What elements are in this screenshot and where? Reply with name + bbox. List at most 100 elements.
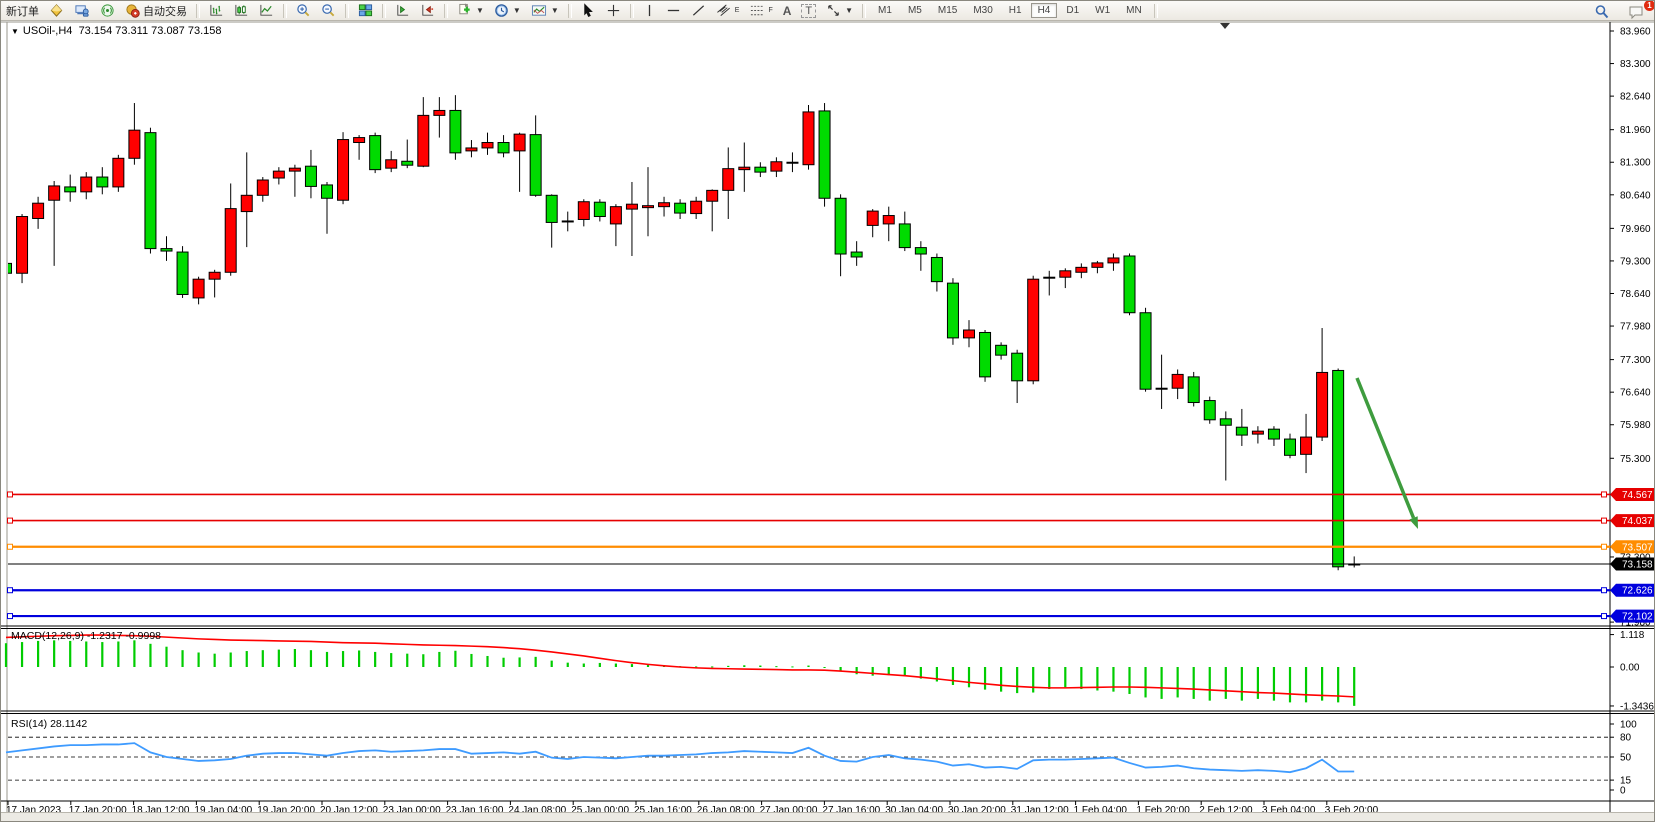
- autotrade-button[interactable]: 自动交易: [120, 1, 192, 20]
- cursor-tool-button[interactable]: [576, 1, 601, 20]
- candlestick-chart-type-button[interactable]: [229, 1, 254, 20]
- template-button[interactable]: ▼: [526, 1, 564, 20]
- timeframe-group: M1M5M15M30H1H4D1W1MN: [870, 3, 1150, 18]
- tile-windows-button[interactable]: [353, 1, 378, 20]
- macd-histogram-bar: [1048, 667, 1050, 689]
- chevron-down-icon: ▼: [551, 6, 559, 15]
- macd-histogram-bar: [422, 654, 424, 667]
- timeframe-w1-button[interactable]: W1: [1088, 3, 1117, 18]
- arrows-icon: [826, 3, 841, 18]
- timeframe-m15-button[interactable]: M15: [931, 3, 964, 18]
- chart-shift-button[interactable]: [415, 1, 440, 20]
- line-handle[interactable]: [8, 518, 13, 523]
- add-indicator-button[interactable]: ▼: [452, 1, 489, 20]
- channel-tool-button[interactable]: E: [711, 1, 745, 20]
- chart-canvas[interactable]: 83.96083.30082.64081.96081.30080.64079.9…: [1, 21, 1655, 822]
- timeframe-m30-button[interactable]: M30: [966, 3, 999, 18]
- horizontal-line-tool-button[interactable]: [661, 1, 686, 20]
- line-handle[interactable]: [1602, 588, 1607, 593]
- text-tool-button[interactable]: A: [778, 1, 797, 20]
- candle: [129, 130, 140, 158]
- line-price-label-text: 72.102: [1622, 612, 1653, 623]
- macd-histogram-bar: [5, 643, 7, 667]
- zoom-in-button[interactable]: [291, 1, 316, 20]
- macd-histogram-bar: [551, 661, 553, 667]
- notifications-button[interactable]: 1: [1623, 2, 1650, 21]
- macd-histogram-bar: [406, 654, 408, 667]
- candle: [546, 195, 557, 222]
- vertical-line-tool-button[interactable]: [638, 1, 661, 20]
- line-handle[interactable]: [8, 614, 13, 619]
- timeframe-m5-button[interactable]: M5: [901, 3, 929, 18]
- candles-layer: [1, 95, 1360, 570]
- bar-chart-type-button[interactable]: [204, 1, 229, 20]
- trendline-tool-button[interactable]: [686, 1, 711, 20]
- macd-histogram-bar: [1016, 667, 1018, 693]
- macd-histogram-bar: [1209, 667, 1211, 701]
- vertical-line-icon: [643, 3, 656, 18]
- terminal-button[interactable]: [69, 1, 95, 20]
- candle: [739, 167, 750, 169]
- macd-histogram-bar: [872, 667, 874, 676]
- macd-histogram-bar: [968, 667, 970, 687]
- arrows-tool-button[interactable]: ▼: [821, 1, 858, 20]
- bar-chart-icon: [209, 3, 224, 18]
- timeframe-mn-button[interactable]: MN: [1119, 3, 1149, 18]
- chart-area[interactable]: ▼USOil-,H4 73.154 73.311 73.087 73.158 8…: [1, 21, 1655, 822]
- line-handle[interactable]: [1602, 544, 1607, 549]
- line-chart-type-button[interactable]: [254, 1, 279, 20]
- candle: [915, 248, 926, 254]
- crosshair-tool-button[interactable]: [601, 1, 626, 20]
- line-handle[interactable]: [8, 544, 13, 549]
- price-tick-label: 82.640: [1620, 92, 1651, 103]
- candle: [1156, 388, 1167, 389]
- candle: [145, 133, 156, 249]
- tile-windows-icon: [358, 3, 373, 18]
- zoom-out-button[interactable]: [316, 1, 341, 20]
- candle: [482, 143, 493, 148]
- autotrade-label: 自动交易: [143, 3, 187, 19]
- trend-arrow-head[interactable]: [1409, 516, 1418, 529]
- toolbar-separator: [568, 4, 572, 18]
- rsi-line: [6, 743, 1354, 772]
- line-handle[interactable]: [1602, 614, 1607, 619]
- candle: [1236, 427, 1247, 435]
- line-handle[interactable]: [8, 588, 13, 593]
- chart-profile-button[interactable]: [44, 1, 69, 20]
- signal-button[interactable]: [95, 1, 120, 20]
- candle: [803, 112, 814, 165]
- period-button[interactable]: ▼: [489, 1, 526, 20]
- fibo-letter: F: [768, 7, 772, 14]
- macd-histogram-bar: [438, 652, 440, 667]
- clock-icon: [494, 3, 509, 18]
- macd-histogram-bar: [1112, 667, 1114, 692]
- candle: [289, 168, 300, 171]
- timeframe-h1-button[interactable]: H1: [1002, 3, 1029, 18]
- text-label-tool-button[interactable]: T: [796, 1, 821, 20]
- line-handle[interactable]: [1602, 492, 1607, 497]
- candle: [964, 330, 975, 338]
- timeframe-m1-button[interactable]: M1: [871, 3, 899, 18]
- new-order-button[interactable]: 新订单: [1, 1, 44, 20]
- search-button[interactable]: [1589, 2, 1615, 21]
- macd-histogram-bar: [310, 650, 312, 667]
- candle: [33, 203, 44, 218]
- line-handle[interactable]: [1602, 518, 1607, 523]
- candle: [1, 263, 12, 273]
- macd-histogram-bar: [567, 663, 569, 667]
- candle: [466, 148, 477, 151]
- timeframe-d1-button[interactable]: D1: [1059, 3, 1086, 18]
- trend-arrow[interactable]: [1357, 378, 1414, 518]
- auto-scroll-button[interactable]: [390, 1, 415, 20]
- timeframe-h4-button[interactable]: H4: [1031, 3, 1058, 18]
- candle: [1028, 279, 1039, 381]
- macd-histogram-bar: [1193, 667, 1195, 699]
- candle: [659, 203, 670, 207]
- fibonacci-tool-button[interactable]: F: [744, 1, 777, 20]
- candle: [707, 190, 718, 201]
- candle: [594, 202, 605, 216]
- line-handle[interactable]: [8, 492, 13, 497]
- candle: [450, 110, 461, 152]
- macd-histogram-bar: [117, 641, 119, 667]
- rsi-axis-label: 80: [1620, 733, 1632, 744]
